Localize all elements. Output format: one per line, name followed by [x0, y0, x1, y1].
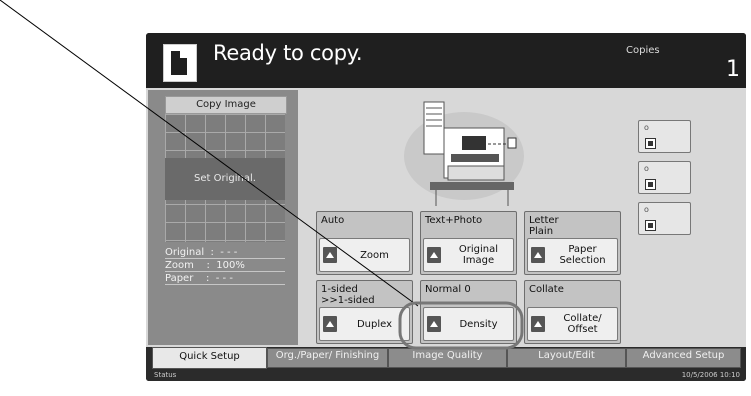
callout-line — [0, 0, 419, 307]
density-highlight — [398, 301, 524, 350]
callout-overlay — [0, 0, 524, 350]
